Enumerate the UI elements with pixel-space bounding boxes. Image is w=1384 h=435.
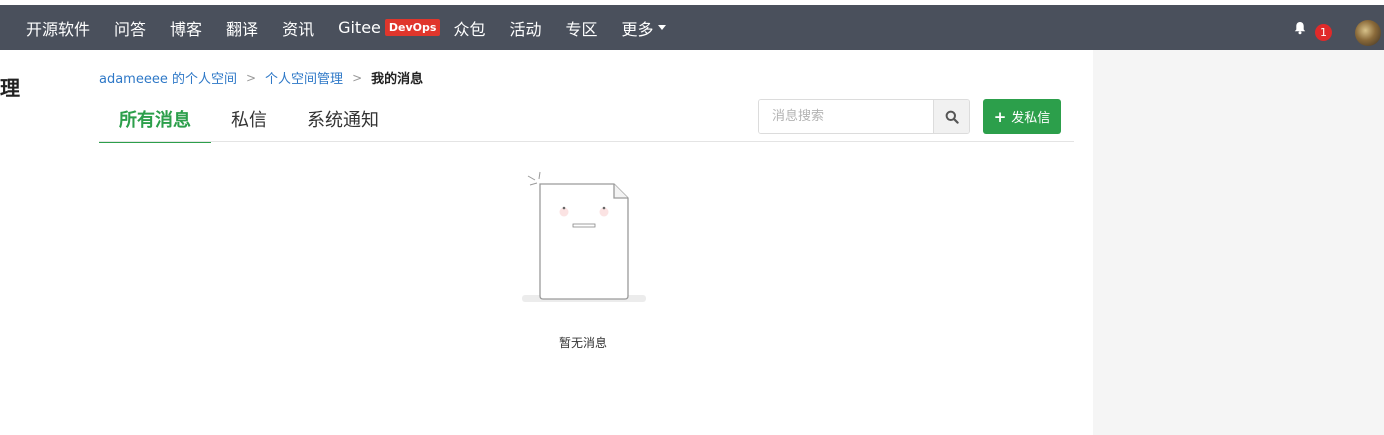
chevron-down-icon xyxy=(657,25,666,30)
nav-open-source[interactable]: 开源软件 xyxy=(26,16,90,40)
sidebar-title-fragment: 理 xyxy=(0,76,20,100)
nav-zone[interactable]: 专区 xyxy=(565,16,597,40)
chevron-right-icon: > xyxy=(245,70,257,85)
tab-private-messages[interactable]: 私信 xyxy=(211,100,287,143)
search-icon xyxy=(945,110,959,124)
empty-document-icon xyxy=(522,171,646,302)
nav-translate[interactable]: 翻译 xyxy=(226,16,258,40)
breadcrumb-space-link[interactable]: adameeee 的个人空间 xyxy=(99,68,237,87)
search-input[interactable] xyxy=(759,100,933,133)
devops-badge: DevOps xyxy=(384,19,441,36)
main-nav: 开源软件 问答 博客 翻译 资讯 Gitee DevOps 众包 活动 专区 更… xyxy=(26,5,690,50)
notification-badge[interactable]: 1 xyxy=(1315,24,1332,41)
search-button[interactable] xyxy=(933,100,969,133)
breadcrumb: adameeee 的个人空间 > 个人空间管理 > 我的消息 xyxy=(99,68,424,88)
nav-news[interactable]: 资讯 xyxy=(282,16,314,40)
send-message-label: 发私信 xyxy=(1011,111,1051,126)
message-search xyxy=(758,99,970,134)
message-tabs: 所有消息 私信 系统通知 xyxy=(99,100,399,143)
top-navbar: 开源软件 问答 博客 翻译 资讯 Gitee DevOps 众包 活动 专区 更… xyxy=(0,0,1384,50)
breadcrumb-current: 我的消息 xyxy=(371,72,424,87)
nav-more[interactable]: 更多 xyxy=(621,16,666,40)
nav-more-label: 更多 xyxy=(621,19,654,39)
nav-events[interactable]: 活动 xyxy=(509,16,541,40)
nav-crowdsource[interactable]: 众包 xyxy=(453,16,485,40)
nav-gitee-label: Gitee xyxy=(338,18,381,37)
right-panel xyxy=(1093,50,1384,435)
plus-icon: + xyxy=(993,107,1007,126)
avatar[interactable] xyxy=(1355,20,1381,46)
tab-all-messages[interactable]: 所有消息 xyxy=(99,100,211,143)
nav-blog[interactable]: 博客 xyxy=(170,16,202,40)
tabs-divider xyxy=(99,141,1074,142)
breadcrumb-manage-link[interactable]: 个人空间管理 xyxy=(265,68,343,87)
chevron-right-icon: > xyxy=(352,70,363,85)
nav-gitee[interactable]: Gitee DevOps xyxy=(338,18,446,37)
bell-icon[interactable] xyxy=(1293,21,1307,35)
send-message-button[interactable]: + 发私信 xyxy=(983,99,1061,134)
nav-qa[interactable]: 问答 xyxy=(114,16,146,40)
empty-state-text: 暂无消息 xyxy=(558,336,607,350)
tab-system-notices[interactable]: 系统通知 xyxy=(287,100,399,143)
